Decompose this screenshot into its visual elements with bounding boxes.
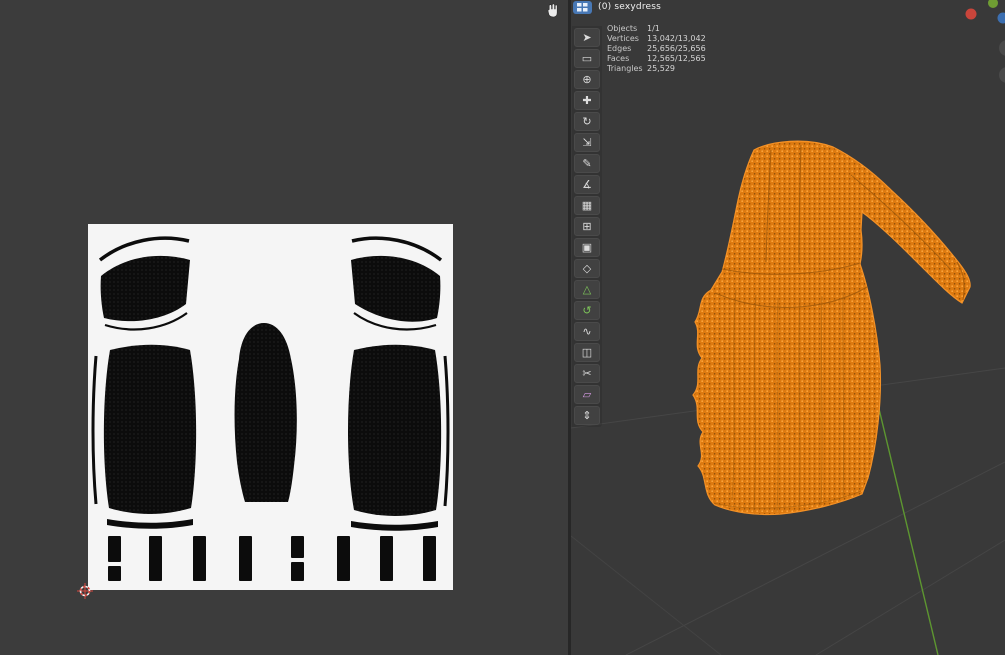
pencil-icon: ✎ <box>582 157 592 170</box>
uv-2d-cursor <box>77 583 93 599</box>
stat-objects: Objects 1/1 <box>607 24 660 33</box>
angle-measure-icon: ∡ <box>582 178 592 191</box>
uv-island-sleeve <box>234 323 297 502</box>
tool-tweak-button[interactable]: ➤ <box>574 28 600 47</box>
stat-triangles: Triangles 25,529 <box>607 64 675 73</box>
stat-vertices: Vertices 13,042/13,042 <box>607 34 706 43</box>
tool-bevel-button[interactable]: ◇ <box>574 259 600 278</box>
stat-faces: Faces 12,565/12,565 <box>607 54 706 63</box>
tool-loop-cut-button[interactable]: ◫ <box>574 343 600 362</box>
statistics-overlay: Objects 1/1 Vertices 13,042/13,042 Edges 25… <box>607 24 706 74</box>
tool-extrude-button[interactable]: ⊞ <box>574 217 600 236</box>
inset-icon: ▣ <box>581 241 593 254</box>
tool-inset-faces-button[interactable]: ▣ <box>574 238 600 257</box>
pan-hand-cursor-icon <box>547 3 558 18</box>
extrude-icon: ⊞ <box>582 220 592 233</box>
zoom-button-partial[interactable] <box>999 40 1005 56</box>
scale-corner-icon: ⇲ <box>582 136 592 149</box>
gizmo-axis-y-icon[interactable] <box>988 0 998 8</box>
move-cross-icon: ✚ <box>582 94 592 107</box>
tool-annotate-button[interactable]: ✎ <box>574 154 600 173</box>
viewport-header: (0) sexydress <box>571 0 1005 16</box>
knife-scissors-icon: ✂ <box>582 367 592 380</box>
axis-y-green-line <box>873 387 939 655</box>
bevel-icon: ◇ <box>582 262 592 275</box>
smooth-wave-icon: ∿ <box>582 325 592 338</box>
gizmo-axis-x-icon[interactable] <box>965 8 977 20</box>
tool-spin-button[interactable]: ↺ <box>574 301 600 320</box>
blender-window: (0) sexydress Objects 1/1 Vertices 13,042/… <box>0 0 1005 655</box>
stat-edges: Edges 25,656/25,656 <box>607 44 706 53</box>
loop-cut-icon: ◫ <box>581 346 593 359</box>
tool-strip: ➤ ▭ ⊕ ✚ ↻ ⇲ ✎ ∡ ▦ ⊞ ▣ ◇ △ ↺ ∿ ◫ ✂ ▱ ⇕ <box>572 26 602 427</box>
rotate-arrow-icon: ↻ <box>582 115 592 128</box>
tool-move-button[interactable]: ✚ <box>574 91 600 110</box>
dress-mesh <box>692 140 971 516</box>
tool-cursor-button[interactable]: ⊕ <box>574 70 600 89</box>
tool-smooth-button[interactable]: ∿ <box>574 322 600 341</box>
editor-type-button[interactable] <box>573 1 592 14</box>
uv-island-skirt-right <box>348 344 442 516</box>
spin-arrow-icon: ↺ <box>582 304 592 317</box>
tool-shrink-fatten-button[interactable]: ⇕ <box>574 406 600 425</box>
uv-texture-image <box>88 224 453 590</box>
cursor-target-icon: ⊕ <box>582 73 592 86</box>
poly-build-icon: △ <box>582 283 592 296</box>
tool-measure-button[interactable]: ∡ <box>574 175 600 194</box>
uv-editor-panel[interactable] <box>0 0 570 655</box>
tool-knife-button[interactable]: ✂ <box>574 364 600 383</box>
tool-rotate-button[interactable]: ↻ <box>574 112 600 131</box>
pan-button-partial[interactable] <box>999 67 1005 83</box>
shear-icon: ▱ <box>582 388 592 401</box>
tool-shear-button[interactable]: ▱ <box>574 385 600 404</box>
tool-add-cube-button[interactable]: ▦ <box>574 196 600 215</box>
gizmo-axis-z-icon[interactable] <box>997 12 1005 24</box>
add-cube-icon: ▦ <box>581 199 593 212</box>
nav-gizmo[interactable] <box>960 0 1005 110</box>
scene-canvas <box>571 140 1005 655</box>
active-object-label: (0) sexydress <box>598 2 662 12</box>
shrink-fatten-icon: ⇕ <box>582 409 592 422</box>
tweak-arrow-icon: ➤ <box>582 31 592 44</box>
tool-scale-button[interactable]: ⇲ <box>574 133 600 152</box>
tool-poly-build-button[interactable]: △ <box>574 280 600 299</box>
viewport-3d[interactable]: (0) sexydress Objects 1/1 Vertices 13,042/… <box>571 0 1005 655</box>
tool-select-box-button[interactable]: ▭ <box>574 49 600 68</box>
uv-grid-icon <box>577 3 588 12</box>
select-box-icon: ▭ <box>581 52 593 65</box>
uv-island-skirt-left <box>103 344 197 514</box>
